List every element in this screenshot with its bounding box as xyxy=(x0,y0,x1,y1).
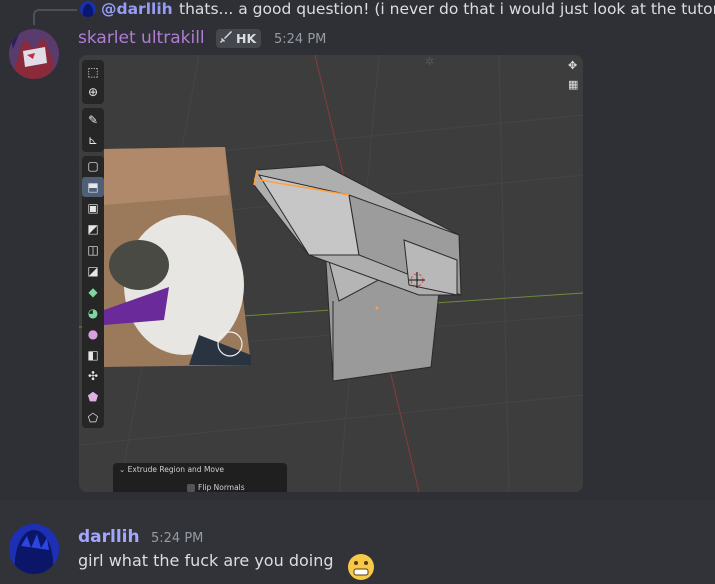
reply-connector xyxy=(33,9,77,25)
annotate-icon[interactable]: ✎ xyxy=(82,110,104,130)
timestamp: 5:24 PM xyxy=(151,531,204,546)
tool-sidebar: ⬚ ⊕ ✎ ⊾ ▢ ⬒ ▣ ◩ ◫ ◪ ◆ ◕ ● ◧ ✣ ⬟ ⬠ xyxy=(82,60,104,430)
flip-normals-label: Flip Normals xyxy=(198,483,245,492)
edge-slide-icon[interactable]: ◧ xyxy=(82,345,104,365)
avatar[interactable] xyxy=(9,29,59,79)
inset-faces-icon[interactable]: ▣ xyxy=(82,198,104,218)
select-box-icon[interactable]: ⬚ xyxy=(82,62,104,82)
camera-view-icon[interactable]: ✥ xyxy=(568,59,577,72)
author-name[interactable]: darllih xyxy=(78,527,140,547)
blender-viewport xyxy=(79,55,583,492)
reply-mention[interactable]: @darllih xyxy=(101,0,173,18)
reply-text[interactable]: thats... a good question! (i never do th… xyxy=(179,0,715,18)
grimace-emoji xyxy=(348,554,374,580)
rip-region-icon[interactable]: ⬠ xyxy=(82,408,104,428)
spin-icon[interactable]: ◕ xyxy=(82,303,104,323)
message-text: girl what the fuck are you doing xyxy=(78,551,334,570)
grid-view-icon[interactable]: ▦ xyxy=(568,78,578,91)
guild-tag[interactable]: HK xyxy=(216,29,262,48)
loop-cut-icon[interactable]: ◫ xyxy=(82,240,104,260)
timestamp: 5:24 PM xyxy=(274,32,327,47)
knife-icon[interactable]: ◪ xyxy=(82,261,104,281)
operator-panel-title[interactable]: ⌄ Extrude Region and Move xyxy=(119,465,224,474)
guild-tag-label: HK xyxy=(236,31,257,46)
bevel-icon[interactable]: ◩ xyxy=(82,219,104,239)
add-cube-icon[interactable]: ▢ xyxy=(82,156,104,176)
avatar[interactable] xyxy=(9,524,59,574)
measure-icon[interactable]: ⊾ xyxy=(82,130,104,150)
flip-normals-checkbox[interactable] xyxy=(187,484,195,492)
shear-icon[interactable]: ⬟ xyxy=(82,387,104,407)
poly-build-icon[interactable]: ◆ xyxy=(82,282,104,302)
author-name[interactable]: skarlet ultrakill xyxy=(78,28,205,48)
extrude-region-icon[interactable]: ⬒ xyxy=(82,177,104,197)
shrink-fatten-icon[interactable]: ✣ xyxy=(82,366,104,386)
sword-icon xyxy=(219,29,233,48)
smooth-icon[interactable]: ● xyxy=(82,324,104,344)
operator-panel[interactable]: ⌄ Extrude Region and Move Flip Normals xyxy=(113,463,287,492)
reply-avatar[interactable] xyxy=(80,1,96,17)
light-icon: ✲ xyxy=(425,55,435,68)
image-attachment[interactable]: ✥ ▦ ✲ ⬚ ⊕ ✎ ⊾ ▢ ⬒ ▣ ◩ ◫ ◪ ◆ ◕ ● ◧ ✣ ⬟ ⬠ … xyxy=(79,55,583,492)
cursor-icon[interactable]: ⊕ xyxy=(82,82,104,102)
